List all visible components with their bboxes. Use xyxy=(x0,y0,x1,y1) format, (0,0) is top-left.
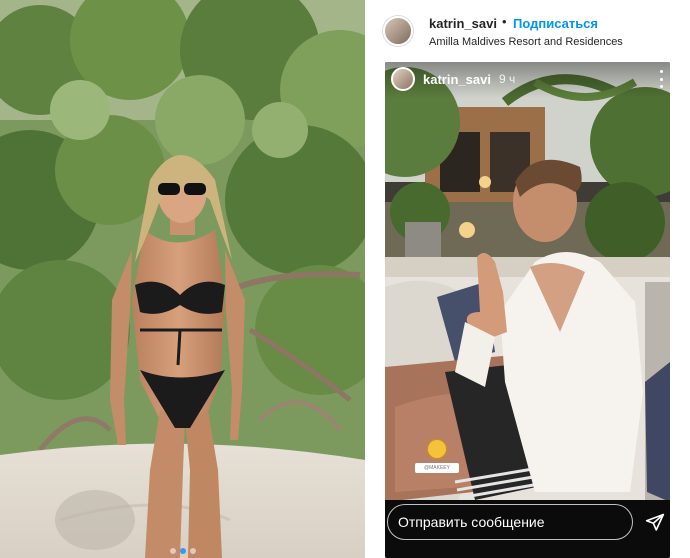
story-embed[interactable]: katrin_savi 9 ч @ΜΑΚΕΕΥ Отправить сообще… xyxy=(385,62,670,558)
post-location[interactable]: Amilla Maldives Resort and Residences xyxy=(429,36,623,48)
story-timestamp: 9 ч xyxy=(499,72,516,86)
author-username[interactable]: katrin_savi xyxy=(429,16,497,31)
carousel-dot[interactable] xyxy=(169,548,176,554)
mention-sticker[interactable]: @ΜΑΚΕΕΥ xyxy=(415,463,459,473)
carousel-dot[interactable] xyxy=(189,548,196,554)
story-photo-illustration xyxy=(385,62,670,558)
header-separator: • xyxy=(502,14,507,29)
carousel-indicator xyxy=(0,548,365,554)
beach-photo-illustration xyxy=(0,0,365,558)
instagram-post-viewer: katrin_savi • Подписаться Amilla Maldive… xyxy=(0,0,690,558)
story-top-bar: katrin_savi 9 ч xyxy=(385,62,670,98)
post-photo[interactable] xyxy=(0,0,365,558)
post-header: katrin_savi • Подписаться Amilla Maldive… xyxy=(365,0,690,62)
grinning-sweat-emoji xyxy=(427,439,447,459)
carousel-dot-active[interactable] xyxy=(179,548,186,554)
author-avatar[interactable] xyxy=(383,16,413,46)
follow-button[interactable]: Подписаться xyxy=(513,16,598,31)
send-message-input[interactable]: Отправить сообщение xyxy=(387,504,633,540)
story-author-avatar[interactable] xyxy=(391,67,415,91)
post-side-panel: katrin_savi • Подписаться Amilla Maldive… xyxy=(365,0,690,558)
story-username[interactable]: katrin_savi xyxy=(423,72,491,87)
story-reply-bar: Отправить сообщение xyxy=(385,500,670,558)
send-icon[interactable] xyxy=(645,512,665,532)
more-vertical-icon[interactable] xyxy=(658,70,664,88)
